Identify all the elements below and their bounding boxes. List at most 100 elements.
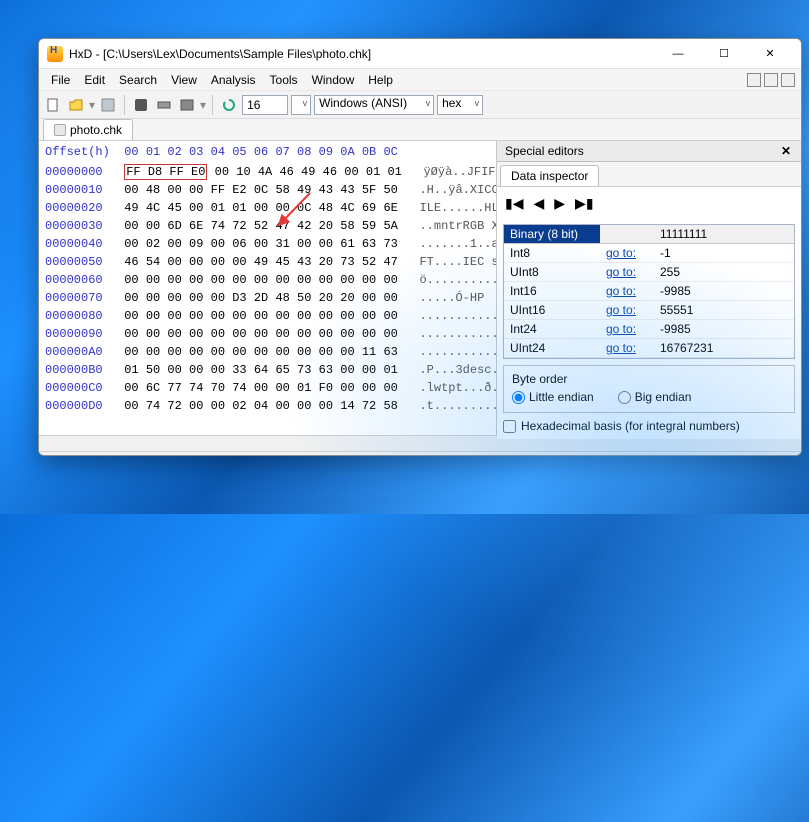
type-value: 255 bbox=[654, 263, 794, 281]
hex-basis-checkbox[interactable]: Hexadecimal basis (for integral numbers) bbox=[503, 419, 795, 433]
mdi-minimize-icon[interactable] bbox=[747, 73, 761, 87]
type-value: 16767231 bbox=[654, 339, 794, 357]
window-controls: — ☐ ✕ bbox=[655, 39, 793, 69]
ram-icon[interactable] bbox=[154, 95, 174, 115]
menu-file[interactable]: File bbox=[45, 71, 76, 89]
mdi-restore-icon[interactable] bbox=[764, 73, 778, 87]
goto-link[interactable]: go to: bbox=[600, 263, 654, 281]
menu-edit[interactable]: Edit bbox=[78, 71, 111, 89]
hex-row[interactable]: 00000060 00 00 00 00 00 00 00 00 00 00 0… bbox=[45, 271, 490, 289]
disk-icon[interactable] bbox=[131, 95, 151, 115]
new-file-icon[interactable] bbox=[43, 95, 63, 115]
type-name: UInt16 bbox=[504, 301, 600, 319]
nav-next-icon[interactable]: ▶ bbox=[554, 195, 565, 212]
statusbar: Offset(h): 0 bbox=[39, 451, 801, 456]
mdi-close-icon[interactable] bbox=[781, 73, 795, 87]
menu-window[interactable]: Window bbox=[306, 71, 361, 89]
base-dropdown[interactable]: hex bbox=[437, 95, 483, 115]
close-button[interactable]: ✕ bbox=[747, 39, 793, 69]
panel-title: Special editors bbox=[505, 144, 584, 158]
panel-tabs: Data inspector bbox=[497, 162, 801, 187]
type-name: UInt8 bbox=[504, 263, 600, 281]
binary-label: Binary (8 bit) bbox=[504, 225, 600, 243]
hex-row[interactable]: 00000010 00 48 00 00 FF E2 0C 58 49 43 4… bbox=[45, 181, 490, 199]
menu-search[interactable]: Search bbox=[113, 71, 163, 89]
inspector-row: Int16go to:-9985 bbox=[504, 282, 794, 301]
type-name: UInt24 bbox=[504, 339, 600, 357]
base-value: hex bbox=[442, 96, 461, 110]
hex-row[interactable]: 00000030 00 00 6D 6E 74 72 52 47 42 20 5… bbox=[45, 217, 490, 235]
nav-last-icon[interactable]: ▶▮ bbox=[575, 195, 593, 212]
hex-row[interactable]: 00000020 49 4C 45 00 01 01 00 00 0C 48 4… bbox=[45, 199, 490, 217]
panel-header: Special editors ✕ bbox=[497, 141, 801, 162]
special-editors-panel: Special editors ✕ Data inspector ▮◀ ◀ ▶ … bbox=[496, 141, 801, 435]
panel-close-icon[interactable]: ✕ bbox=[779, 144, 793, 158]
type-name: Int24 bbox=[504, 320, 600, 338]
binary-value: 11111111 bbox=[654, 225, 794, 243]
goto-link[interactable]: go to: bbox=[600, 320, 654, 338]
menu-analysis[interactable]: Analysis bbox=[205, 71, 262, 89]
goto-link[interactable]: go to: bbox=[600, 301, 654, 319]
hex-row[interactable]: 00000000 FF D8 FF E0 00 10 4A 46 49 46 0… bbox=[45, 163, 490, 181]
tab-label: photo.chk bbox=[70, 123, 122, 137]
disk2-icon[interactable] bbox=[177, 95, 197, 115]
radio-little-endian[interactable]: Little endian bbox=[512, 390, 594, 404]
type-name: Int8 bbox=[504, 244, 600, 262]
encoding-dropdown[interactable]: Windows (ANSI) bbox=[314, 95, 434, 115]
hex-row[interactable]: 00000050 46 54 00 00 00 00 49 45 43 20 7… bbox=[45, 253, 490, 271]
type-value: -9985 bbox=[654, 320, 794, 338]
hex-row[interactable]: 000000B0 01 50 00 00 00 33 64 65 73 63 0… bbox=[45, 361, 490, 379]
radio-big-endian[interactable]: Big endian bbox=[618, 390, 692, 404]
menubar: File Edit Search View Analysis Tools Win… bbox=[39, 69, 801, 91]
content-area: Offset(h) 00 01 02 03 04 05 06 07 08 09 … bbox=[39, 141, 801, 435]
titlebar: HxD - [C:\Users\Lex\Documents\Sample Fil… bbox=[39, 39, 801, 69]
status-offset: Offset(h): 0 bbox=[47, 455, 107, 457]
nav-prev-icon[interactable]: ◀ bbox=[533, 195, 544, 212]
hex-row[interactable]: 00000070 00 00 00 00 00 D3 2D 48 50 20 2… bbox=[45, 289, 490, 307]
hex-row[interactable]: 00000090 00 00 00 00 00 00 00 00 00 00 0… bbox=[45, 325, 490, 343]
menu-help[interactable]: Help bbox=[362, 71, 399, 89]
hex-view[interactable]: Offset(h) 00 01 02 03 04 05 06 07 08 09 … bbox=[39, 141, 496, 435]
encoding-value: Windows (ANSI) bbox=[319, 96, 407, 110]
menu-view[interactable]: View bbox=[165, 71, 203, 89]
hex-row[interactable]: 000000C0 00 6C 77 74 70 74 00 00 01 F0 0… bbox=[45, 379, 490, 397]
type-value: 55551 bbox=[654, 301, 794, 319]
byte-order-fieldset: Byte order Little endian Big endian bbox=[503, 365, 795, 413]
file-icon bbox=[54, 124, 66, 136]
inspector-header: Binary (8 bit) 11111111 bbox=[504, 225, 794, 244]
hex-row[interactable]: 000000A0 00 00 00 00 00 00 00 00 00 00 0… bbox=[45, 343, 490, 361]
hex-row[interactable]: 00000080 00 00 00 00 00 00 00 00 00 00 0… bbox=[45, 307, 490, 325]
goto-link[interactable]: go to: bbox=[600, 244, 654, 262]
tab-data-inspector[interactable]: Data inspector bbox=[500, 165, 599, 186]
maximize-button[interactable]: ☐ bbox=[701, 39, 747, 69]
type-name: Int16 bbox=[504, 282, 600, 300]
goto-link[interactable]: go to: bbox=[600, 339, 654, 357]
type-value: -1 bbox=[654, 244, 794, 262]
goto-link[interactable]: go to: bbox=[600, 282, 654, 300]
inspector-row: UInt8go to:255 bbox=[504, 263, 794, 282]
inspector-row: Int8go to:-1 bbox=[504, 244, 794, 263]
open-file-icon[interactable] bbox=[66, 95, 86, 115]
horizontal-scrollbar[interactable] bbox=[39, 435, 801, 451]
bytes-per-row-input[interactable] bbox=[242, 95, 288, 115]
menu-tools[interactable]: Tools bbox=[264, 71, 304, 89]
bytes-per-row-dropdown[interactable] bbox=[291, 95, 311, 115]
inspector-row: Int24go to:-9985 bbox=[504, 320, 794, 339]
refresh-icon[interactable] bbox=[219, 95, 239, 115]
hex-column-header: Offset(h) 00 01 02 03 04 05 06 07 08 09 … bbox=[45, 145, 490, 163]
type-value: -9985 bbox=[654, 282, 794, 300]
hex-row[interactable]: 000000D0 00 74 72 00 00 02 04 00 00 00 1… bbox=[45, 397, 490, 415]
panel-body: ▮◀ ◀ ▶ ▶▮ Binary (8 bit) 11111111 Int8go… bbox=[497, 187, 801, 439]
mdi-controls bbox=[747, 73, 795, 87]
save-icon[interactable] bbox=[98, 95, 118, 115]
window-title: HxD - [C:\Users\Lex\Documents\Sample Fil… bbox=[69, 47, 371, 61]
nav-arrows: ▮◀ ◀ ▶ ▶▮ bbox=[503, 193, 795, 218]
hxd-window: HxD - [C:\Users\Lex\Documents\Sample Fil… bbox=[38, 38, 802, 456]
inspector-row: UInt24go to:16767231 bbox=[504, 339, 794, 358]
document-tab[interactable]: photo.chk bbox=[43, 119, 133, 140]
app-icon bbox=[47, 46, 63, 62]
hex-row[interactable]: 00000040 00 02 00 09 00 06 00 31 00 00 6… bbox=[45, 235, 490, 253]
minimize-button[interactable]: — bbox=[655, 39, 701, 69]
nav-first-icon[interactable]: ▮◀ bbox=[505, 195, 523, 212]
inspector-grid: Binary (8 bit) 11111111 Int8go to:-1UInt… bbox=[503, 224, 795, 359]
